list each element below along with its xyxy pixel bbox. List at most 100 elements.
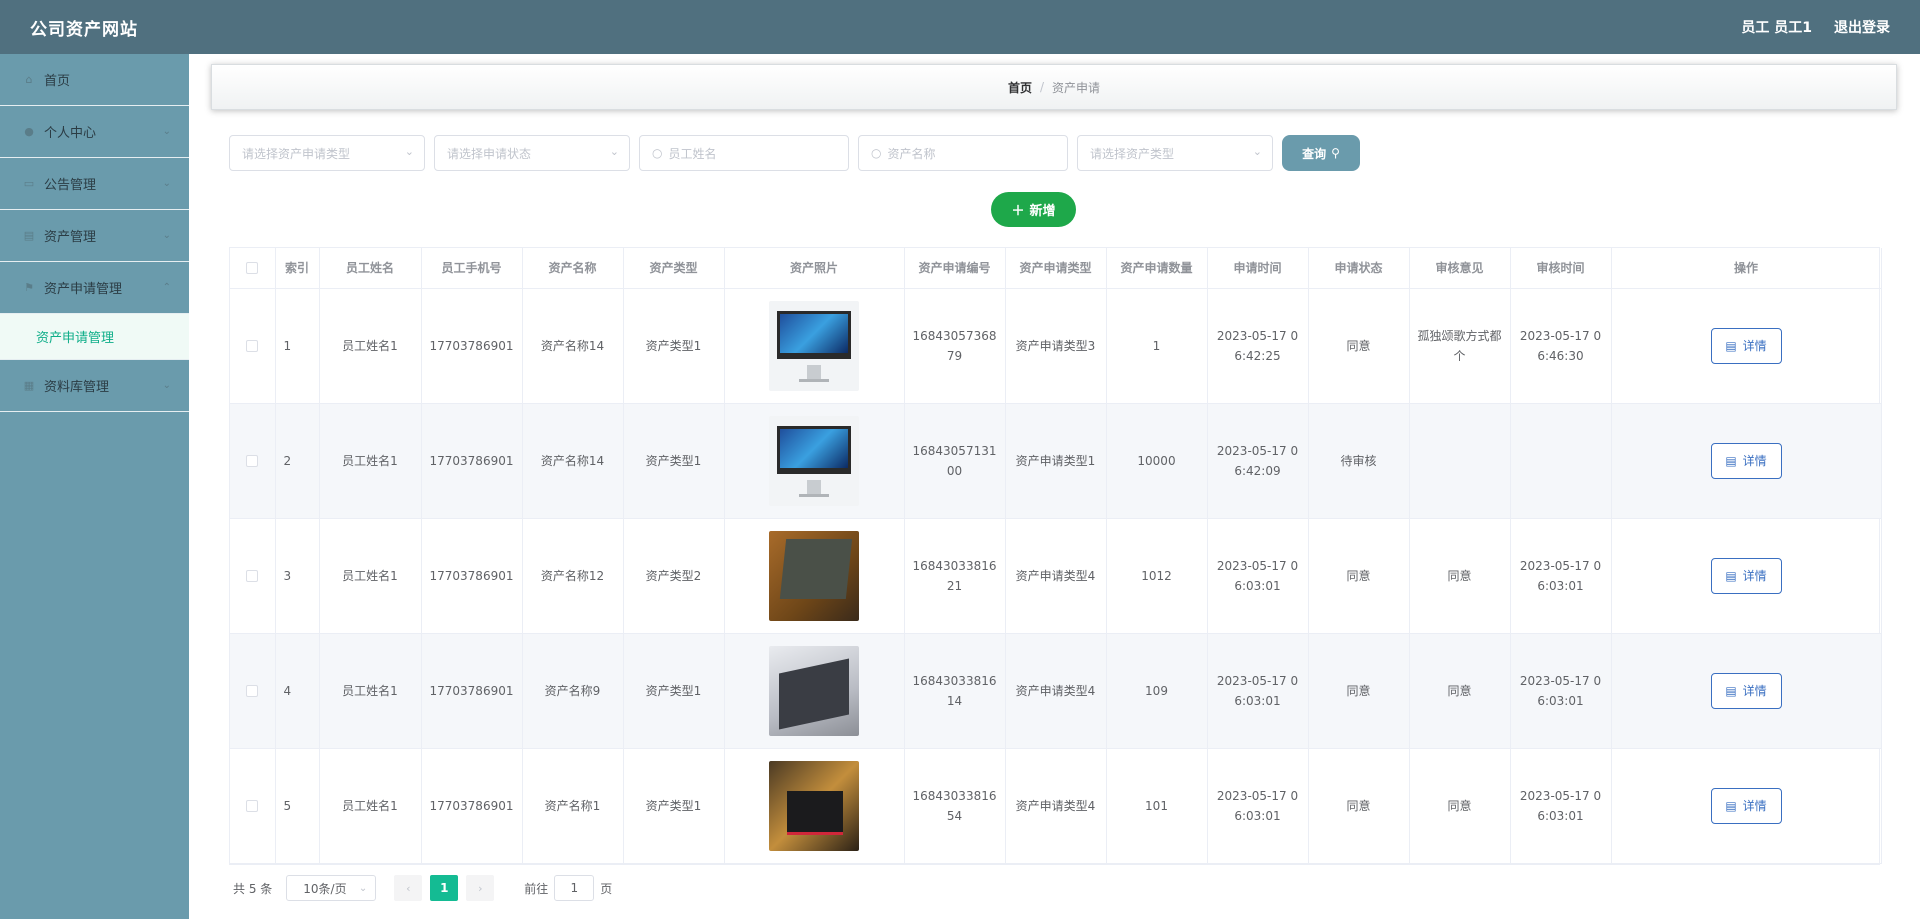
detail-button[interactable]: ▤ 详情 [1710,327,1782,364]
cell-index: 1 [275,288,320,404]
apply-type-select[interactable]: 请选择资产申请类型 ⌄ [229,135,425,171]
asset-type-placeholder: 请选择资产类型 [1090,146,1175,161]
sidebar-item-home[interactable]: ⌂ 首页 [0,54,189,106]
asset-type-select[interactable]: 请选择资产类型 ⌄ [1077,135,1273,171]
query-button[interactable]: 查询 ⚲ [1282,135,1360,171]
document-icon: ▤ [1725,338,1737,353]
cell-apply-time: 2023-05-17 06:03:01 [1207,633,1309,749]
row-checkbox[interactable] [246,340,259,352]
add-button[interactable]: ＋ 新增 [991,192,1076,227]
row-checkbox[interactable] [246,570,259,582]
cell-asset-type: 资产类型1 [623,403,725,519]
cell-phone: 17703786901 [421,518,523,634]
col-header: 资产申请类型 [1005,248,1107,289]
cell-quantity: 10000 [1106,403,1208,519]
cell-apply-time: 2023-05-17 06:03:01 [1207,748,1309,864]
sidebar-item-label: 资产管理 [44,230,97,245]
cell-apply-time: 2023-05-17 06:42:25 [1207,288,1309,404]
detail-label: 详情 [1742,798,1767,813]
col-header: 资产申请数量 [1106,248,1208,289]
asset-name-input[interactable]: ○ 资产名称 [858,135,1068,171]
cell-actions: ▤ 详情 [1611,288,1882,404]
col-header: 审核意见 [1409,248,1511,289]
row-checkbox[interactable] [246,455,259,467]
chevron-down-icon: ⌄ [162,230,171,241]
filter-bar: 请选择资产申请类型 ⌄ 请选择申请状态 ⌄ ○ 员工姓名 ○ 资产名称 请选择资… [229,135,1360,171]
asset-photo[interactable] [769,530,859,621]
cell-apply-time: 2023-05-17 06:42:09 [1207,403,1309,519]
chevron-left-icon: ‹ [406,881,411,895]
home-icon: ⌂ [25,73,33,86]
next-page-button[interactable]: › [466,875,495,901]
col-header: 员工姓名 [319,248,422,289]
sidebar-item-label: 资料库管理 [44,380,110,395]
table-row: 5 员工姓名1 17703786901 资产名称1 资产类型1 1684303381654… [230,748,1882,864]
chevron-down-icon: ⌄ [162,126,171,137]
pagination: 共 5 条 10条/页 ⌄ ‹ 1 › 前往 1 页 [233,875,612,901]
apply-status-select[interactable]: 请选择申请状态 ⌄ [434,135,630,171]
apply-status-placeholder: 请选择申请状态 [447,146,532,161]
sidebar-item-assets[interactable]: ▤ 资产管理 ⌄ [0,210,189,262]
sidebar-item-asset-apply[interactable]: ⚑ 资产申请管理 ⌃ [0,262,189,314]
document-icon: ▤ [1725,683,1737,698]
row-checkbox[interactable] [246,800,259,812]
cell-status: 同意 [1308,288,1410,404]
apply-icon: ⚑ [24,281,34,294]
cell-apply-type: 资产申请类型1 [1005,403,1107,519]
cell-apply-type: 资产申请类型4 [1005,518,1107,634]
chevron-up-icon: ⌃ [162,282,171,293]
chevron-right-icon: › [478,881,483,895]
detail-button[interactable]: ▤ 详情 [1710,557,1782,594]
table-header-row: 索引 员工姓名 员工手机号 资产名称 资产类型 资产照片 资产申请编号 资产申请… [230,248,1882,289]
detail-label: 详情 [1742,683,1767,698]
main-content: 首页 / 资产申请 请选择资产申请类型 ⌄ 请选择申请状态 ⌄ ○ 员工姓名 ○… [189,54,1920,919]
sidebar-subitem-asset-apply[interactable]: 资产申请管理 [0,314,189,360]
page-size-select[interactable]: 10条/页 ⌄ [286,875,377,901]
cell-opinion: 同意 [1409,633,1511,749]
select-all-checkbox[interactable] [246,262,259,275]
user-label: 员工 员工1 [1741,20,1812,36]
col-header: 资产申请编号 [904,248,1006,289]
cell-asset-photo [724,633,905,749]
row-checkbox[interactable] [246,685,259,697]
chevron-down-icon: ⌄ [358,882,368,894]
asset-photo[interactable] [769,415,859,506]
detail-button[interactable]: ▤ 详情 [1710,442,1782,479]
col-header: 资产类型 [623,248,725,289]
cell-apply-time: 2023-05-17 06:03:01 [1207,518,1309,634]
sidebar-item-profile[interactable]: ● 个人中心 ⌄ [0,106,189,158]
page-number-current[interactable]: 1 [430,875,459,901]
cell-apply-no: 1684303381621 [904,518,1006,634]
cell-employee-name: 员工姓名1 [319,633,422,749]
asset-photo[interactable] [769,760,859,851]
col-header: 员工手机号 [421,248,523,289]
asset-photo[interactable] [769,645,859,736]
search-icon: ○ [871,146,882,160]
cell-index: 2 [275,403,320,519]
prev-page-button[interactable]: ‹ [394,875,423,901]
select-all-checkbox-cell [230,248,276,289]
goto-page-input[interactable]: 1 [554,875,595,901]
sidebar-item-notice[interactable]: ▭ 公告管理 ⌄ [0,158,189,210]
cell-opinion: 孤独颂歌方式都个 [1409,288,1511,404]
detail-button[interactable]: ▤ 详情 [1710,787,1782,824]
asset-photo[interactable] [769,300,859,391]
cell-phone: 17703786901 [421,748,523,864]
cell-status: 待审核 [1308,403,1410,519]
cell-review-time [1510,403,1612,519]
employee-name-input[interactable]: ○ 员工姓名 [639,135,849,171]
document-icon: ▤ [1725,568,1737,583]
sidebar-item-library[interactable]: ▦ 资料库管理 ⌄ [0,360,189,412]
col-header: 申请时间 [1207,248,1309,289]
sidebar-item-label: 公告管理 [44,178,97,193]
detail-button[interactable]: ▤ 详情 [1710,672,1782,709]
breadcrumb-home[interactable]: 首页 [1008,79,1032,96]
row-checkbox-cell [230,403,276,519]
plus-icon: ＋ [1011,204,1025,219]
cell-opinion: 同意 [1409,518,1511,634]
app-title: 公司资产网站 [30,19,138,40]
breadcrumb: 首页 / 资产申请 [211,64,1897,110]
cell-asset-type: 资产类型1 [623,633,725,749]
asset-icon: ▤ [23,229,35,242]
logout-link[interactable]: 退出登录 [1834,17,1890,37]
